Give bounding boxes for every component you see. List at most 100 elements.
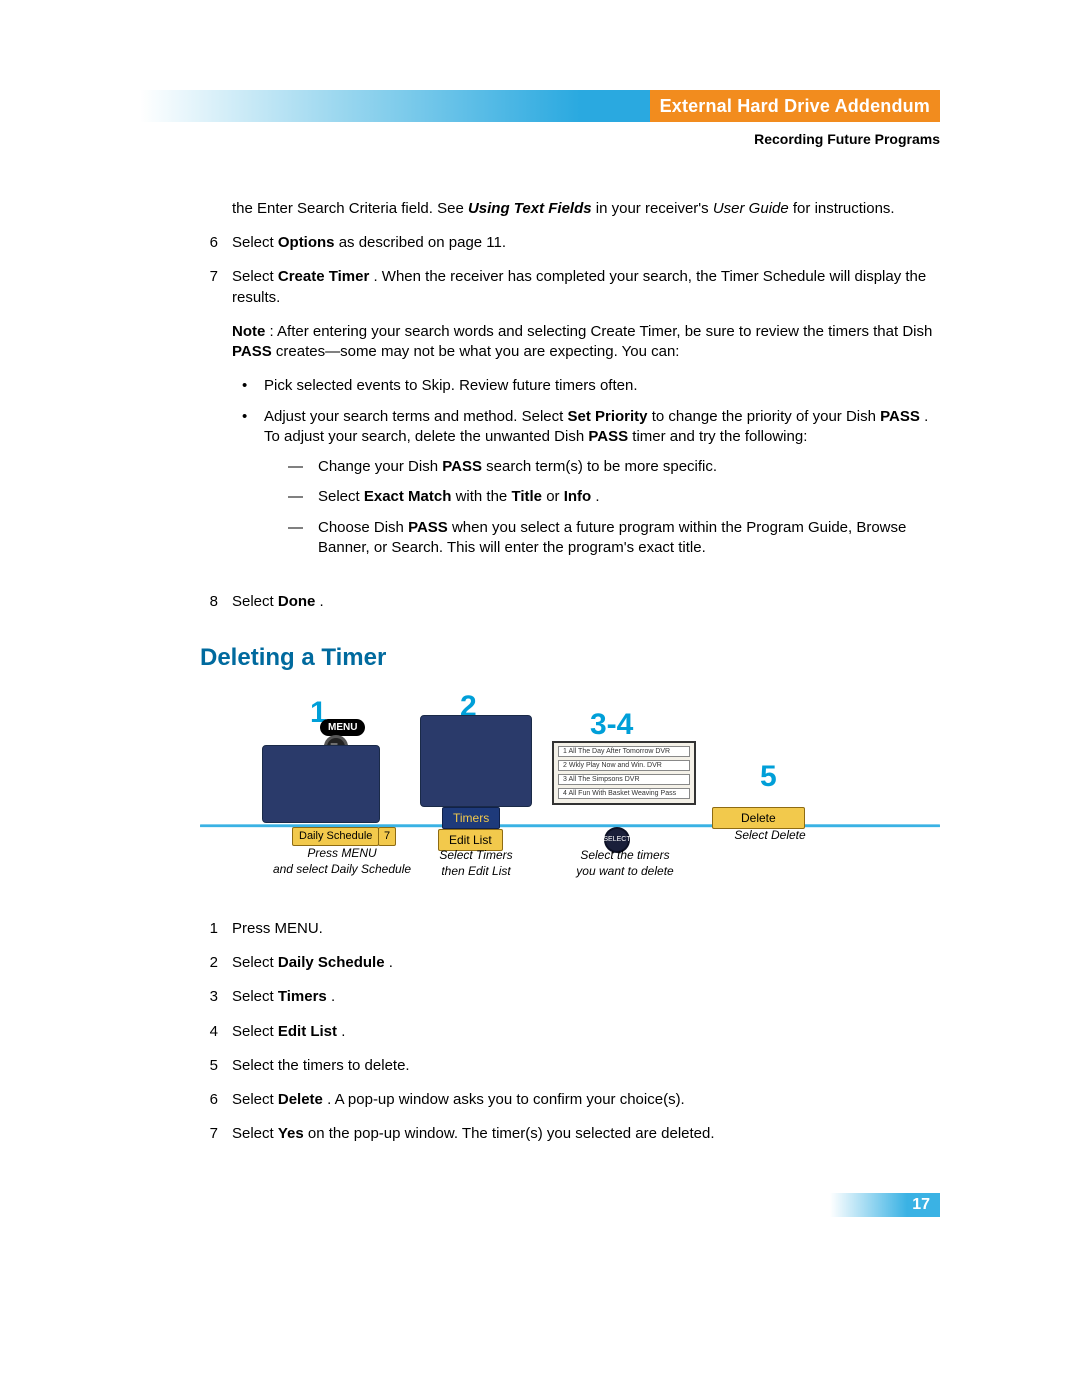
step-6: 6 Select Delete . A pop-up window asks y…	[200, 1090, 940, 1110]
list-item: • Pick selected events to Skip. Review f…	[242, 376, 940, 396]
text: Select Timers	[439, 848, 512, 862]
text: when you select a future program within …	[318, 519, 906, 556]
dash-icon: —	[288, 518, 306, 559]
text: . A pop-up window asks you to confirm yo…	[327, 1091, 685, 1108]
body-content: the Enter Search Criteria field. See Usi…	[140, 199, 940, 1145]
step-number: 2	[200, 953, 218, 973]
text: .	[331, 988, 335, 1005]
screenshot-daily-schedule	[420, 715, 532, 807]
dash-icon: —	[288, 457, 306, 477]
step-number: 1	[200, 919, 218, 939]
step-number: 7	[200, 267, 218, 578]
step-number: 6	[200, 233, 218, 253]
intro-fragment: the Enter Search Criteria field. See Usi…	[232, 199, 940, 219]
text-bold: Set Priority	[567, 408, 647, 425]
text: Select	[232, 988, 278, 1005]
text: .	[595, 488, 599, 505]
table-row: 3 All The Simpsons DVR	[558, 774, 690, 785]
text-bold: PASS	[442, 458, 482, 475]
step-6: 6 Select Options as described on page 11…	[200, 233, 940, 253]
text: Select	[232, 234, 278, 251]
text: Change your Dish	[318, 458, 438, 475]
text: .	[341, 1023, 345, 1040]
text-it: User Guide	[713, 200, 789, 217]
text: Select the timers	[580, 848, 669, 862]
daily-schedule-index: 7	[378, 827, 396, 846]
remote-menu-button: MENU	[320, 719, 365, 737]
daily-schedule-chip: Daily Schedule	[292, 827, 379, 846]
text-bold: PASS	[408, 519, 448, 536]
text: search term(s) to be more specific.	[486, 458, 717, 475]
text: as described on page 11.	[339, 234, 506, 251]
text: Adjust your search terms and method. Sel…	[264, 408, 567, 425]
text: with the	[456, 488, 512, 505]
list-item: • Adjust your search terms and method. S…	[242, 407, 940, 569]
text: Select	[232, 268, 278, 285]
list-item: — Select Exact Match with the Title or I…	[288, 487, 940, 507]
page-number-box: 17	[830, 1193, 940, 1217]
step-badge-5: 5	[760, 757, 777, 798]
step-badge-3-4: 3-4	[590, 705, 633, 746]
banner-title-box: External Hard Drive Addendum	[650, 90, 940, 122]
step-2: 2 Select Daily Schedule .	[200, 953, 940, 973]
subheading: Recording Future Programs	[140, 130, 940, 149]
text: then Edit List	[441, 864, 510, 878]
text: for instructions.	[793, 200, 895, 217]
step-8: 8 Select Done .	[200, 592, 940, 612]
text-bold: Yes	[278, 1125, 304, 1142]
text: Press MENU	[307, 846, 376, 860]
table-row: 1 All The Day After Tomorrow DVR	[558, 746, 690, 757]
table-row: 4 All Fun With Basket Weaving Pass	[558, 788, 690, 799]
list-item: — Choose Dish PASS when you select a fut…	[288, 518, 940, 559]
text: and select Daily Schedule	[273, 862, 411, 876]
text: Select	[232, 1091, 278, 1108]
delete-steps: 1 Press MENU. 2 Select Daily Schedule . …	[200, 919, 940, 1145]
text-bold: Title	[511, 488, 542, 505]
text-bold: Create Timer	[278, 268, 369, 285]
text-bold: PASS	[232, 343, 272, 360]
text-bold-it: Using Text Fields	[468, 200, 592, 217]
text: timer and try the following:	[632, 428, 807, 445]
flow-diagram: 1 2 3-4 5 MENU 1 All The Day After Tomor…	[200, 689, 940, 889]
step-7: 7 Select Yes on the pop-up window. The t…	[200, 1124, 940, 1144]
step-4: 4 Select Edit List .	[200, 1022, 940, 1042]
step-number: 6	[200, 1090, 218, 1110]
text: creates—some may not be what you are exp…	[276, 343, 680, 360]
screenshot-timer-list: 1 All The Day After Tomorrow DVR 2 Wkly …	[552, 741, 696, 805]
text: or	[546, 488, 564, 505]
text: .	[320, 593, 324, 610]
text-bold: Edit List	[278, 1023, 337, 1040]
diagram-caption-4: Select Delete	[710, 827, 830, 843]
text-bold: Delete	[278, 1091, 323, 1108]
text: : After entering your search words and s…	[270, 323, 933, 340]
diagram-caption-1: Press MENU and select Daily Schedule	[262, 845, 422, 877]
text: the Enter Search Criteria field. See	[232, 200, 468, 217]
note-label: Note	[232, 323, 265, 340]
text: .	[389, 954, 393, 971]
text: Select Delete	[734, 828, 805, 842]
text: on the pop-up window. The timer(s) you s…	[308, 1125, 715, 1142]
screenshot-main-menu	[262, 745, 380, 823]
banner-title: External Hard Drive Addendum	[660, 94, 930, 118]
text-bold: PASS	[880, 408, 920, 425]
section-heading: Deleting a Timer	[200, 642, 940, 674]
text: Choose Dish	[318, 519, 404, 536]
text: Select	[318, 488, 364, 505]
text-bold: Done	[278, 593, 316, 610]
note-paragraph: Note : After entering your search words …	[232, 322, 940, 363]
text: to change the priority of your Dish	[652, 408, 876, 425]
bullet-icon: •	[242, 407, 252, 569]
text: Press MENU.	[232, 919, 940, 939]
text: Select the timers to delete.	[232, 1056, 940, 1076]
step-number: 4	[200, 1022, 218, 1042]
bullet-icon: •	[242, 376, 252, 396]
header-banner: External Hard Drive Addendum	[140, 90, 940, 122]
diagram-caption-2: Select Timers then Edit List	[416, 847, 536, 879]
timers-chip: Timers	[442, 807, 500, 829]
text: in your receiver's	[596, 200, 713, 217]
step-number: 3	[200, 987, 218, 1007]
text: you want to delete	[576, 864, 673, 878]
bullet-list: • Pick selected events to Skip. Review f…	[242, 376, 940, 568]
text: Select	[232, 1125, 278, 1142]
dash-list: — Change your Dish PASS search term(s) t…	[288, 457, 940, 558]
